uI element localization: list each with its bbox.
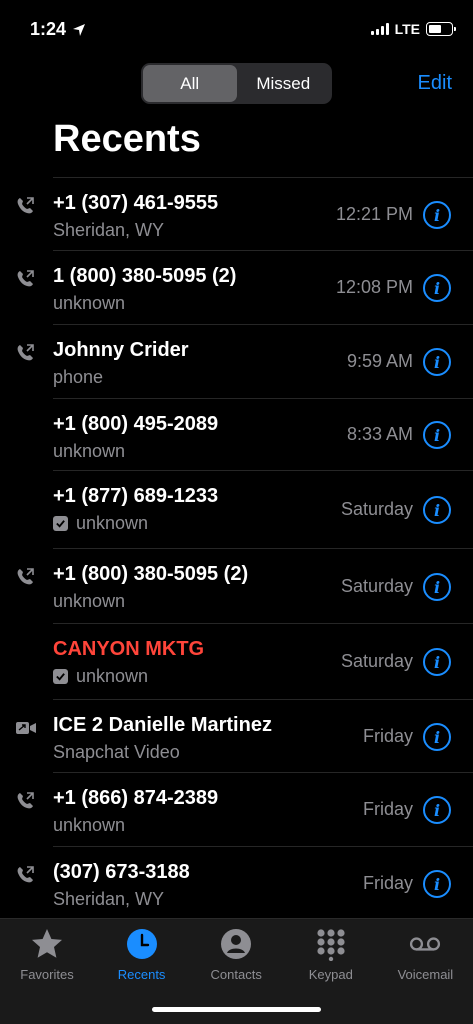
network-label: LTE	[394, 21, 420, 37]
video-outgoing-icon	[15, 718, 36, 738]
caller-name: CANYON MKTG	[53, 638, 205, 660]
call-row[interactable]: 1 (800) 380-5095 (2) unknown 12:08 PM i	[17, 250, 473, 324]
segment-all[interactable]: All	[143, 65, 237, 102]
edit-button[interactable]: Edit	[418, 72, 452, 95]
call-subtitle: unknown	[53, 441, 125, 462]
tab-contacts[interactable]: Contacts	[189, 927, 283, 982]
call-row[interactable]: +1 (877) 689-1233 unknown Saturday i	[53, 470, 473, 548]
info-icon[interactable]: i	[423, 796, 451, 824]
signal-icon	[370, 23, 389, 35]
call-row[interactable]: +1 (800) 380-5095 (2) unknown Saturday i	[17, 548, 473, 623]
info-icon[interactable]: i	[423, 870, 451, 898]
home-indicator	[152, 1007, 321, 1012]
caller-name: 1 (800) 380-5095 (2)	[53, 265, 237, 287]
caller-name: +1 (866) 874-2389	[53, 787, 219, 809]
call-subtitle: Sheridan, WY	[53, 220, 164, 241]
tab-voicemail[interactable]: Voicemail	[378, 927, 472, 982]
call-time: Saturday	[340, 499, 413, 519]
call-time: Friday	[362, 726, 413, 746]
info-icon[interactable]: i	[423, 723, 451, 751]
caller-name: Johnny Crider	[53, 339, 189, 361]
recents-list: +1 (307) 461-9555 Sheridan, WY 12:21 PM i 1 …	[0, 177, 473, 920]
call-subtitle-text: Snapchat Video	[53, 742, 180, 762]
keypad-icon	[314, 927, 348, 961]
call-time: 12:21 PM	[335, 204, 413, 224]
status-time: 1:24	[30, 19, 86, 40]
info-icon[interactable]: i	[423, 421, 451, 449]
info-icon[interactable]: i	[423, 496, 451, 524]
call-subtitle: phone	[53, 367, 103, 388]
call-subtitle-text: phone	[53, 367, 104, 387]
person-icon	[219, 927, 253, 961]
phone-outgoing-icon	[15, 865, 35, 885]
call-row[interactable]: Johnny Crider phone 9:59 AM i	[17, 324, 473, 398]
call-subtitle-text: Sheridan, WY	[53, 889, 165, 909]
tab-label: Favorites	[20, 967, 74, 982]
call-subtitle: unknown	[53, 591, 125, 612]
call-subtitle-text: unknown	[76, 513, 149, 533]
tab-recents[interactable]: Recents	[95, 927, 189, 982]
caller-name: (307) 673-3188	[53, 861, 190, 883]
call-subtitle: unknown	[53, 293, 125, 314]
call-subtitle-text: unknown	[53, 591, 126, 611]
call-subtitle: unknown	[53, 815, 125, 836]
call-row[interactable]: +1 (866) 874-2389 unknown Friday i	[17, 772, 473, 846]
checkmark-icon	[53, 669, 68, 684]
clock-icon	[125, 927, 159, 961]
call-time: Friday	[362, 799, 413, 819]
info-icon[interactable]: i	[423, 348, 451, 376]
status-bar: 1:24 LTE	[0, 0, 473, 56]
call-time: Friday	[362, 873, 413, 893]
call-subtitle-text: unknown	[53, 815, 126, 835]
call-subtitle-text: unknown	[53, 441, 126, 461]
star-icon	[30, 927, 64, 961]
voicemail-icon	[408, 927, 442, 961]
call-subtitle: Snapchat Video	[53, 742, 180, 763]
tab-favorites[interactable]: Favorites	[0, 927, 94, 982]
info-icon[interactable]: i	[423, 274, 451, 302]
phone-outgoing-icon	[15, 343, 35, 363]
caller-name: +1 (800) 495-2089	[53, 413, 219, 435]
call-time: 12:08 PM	[335, 277, 413, 297]
call-time: 8:33 AM	[346, 424, 413, 444]
call-time: Saturday	[340, 651, 413, 671]
checkmark-icon	[53, 516, 68, 531]
caller-name: ICE 2 Danielle Martinez	[53, 714, 272, 736]
tab-label: Voicemail	[397, 967, 454, 982]
location-arrow-icon	[73, 23, 86, 36]
call-subtitle: Sheridan, WY	[53, 889, 164, 910]
call-row[interactable]: ICE 2 Danielle Martinez Snapchat Video Fri…	[16, 699, 473, 772]
page-title: Recents	[53, 118, 201, 160]
call-row[interactable]: +1 (307) 461-9555 Sheridan, WY 12:21 PM i	[17, 177, 473, 250]
segment-missed[interactable]: Missed	[237, 65, 331, 102]
info-icon[interactable]: i	[423, 648, 451, 676]
caller-name: +1 (800) 380-5095 (2)	[53, 563, 249, 585]
call-time: 9:59 AM	[346, 351, 413, 371]
phone-outgoing-icon	[15, 196, 35, 216]
call-subtitle: unknown	[53, 666, 148, 687]
info-icon[interactable]: i	[423, 573, 451, 601]
tab-label: Recents	[117, 967, 166, 982]
call-subtitle-text: Sheridan, WY	[53, 220, 165, 240]
tab-label: Keypad	[308, 967, 353, 982]
phone-outgoing-icon	[15, 269, 35, 289]
phone-outgoing-icon	[15, 791, 35, 811]
tab-label: Contacts	[210, 967, 262, 982]
info-icon[interactable]: i	[423, 201, 451, 229]
call-subtitle-text: unknown	[76, 666, 149, 686]
tab-keypad[interactable]: Keypad	[284, 927, 378, 982]
caller-name: +1 (877) 689-1233	[53, 485, 219, 507]
call-subtitle: unknown	[53, 513, 148, 534]
call-row[interactable]: +1 (800) 495-2089 unknown 8:33 AM i	[53, 398, 473, 470]
call-row[interactable]: (307) 673-3188 Sheridan, WY Friday i	[17, 846, 473, 920]
caller-name: +1 (307) 461-9555	[53, 192, 219, 214]
call-time: Saturday	[340, 576, 413, 596]
call-subtitle-text: unknown	[53, 293, 126, 313]
phone-outgoing-icon	[15, 567, 35, 587]
call-row[interactable]: CANYON MKTG unknown Saturday i	[53, 623, 473, 699]
battery-icon	[426, 22, 456, 36]
filter-segmented-control: All Missed	[141, 63, 332, 104]
